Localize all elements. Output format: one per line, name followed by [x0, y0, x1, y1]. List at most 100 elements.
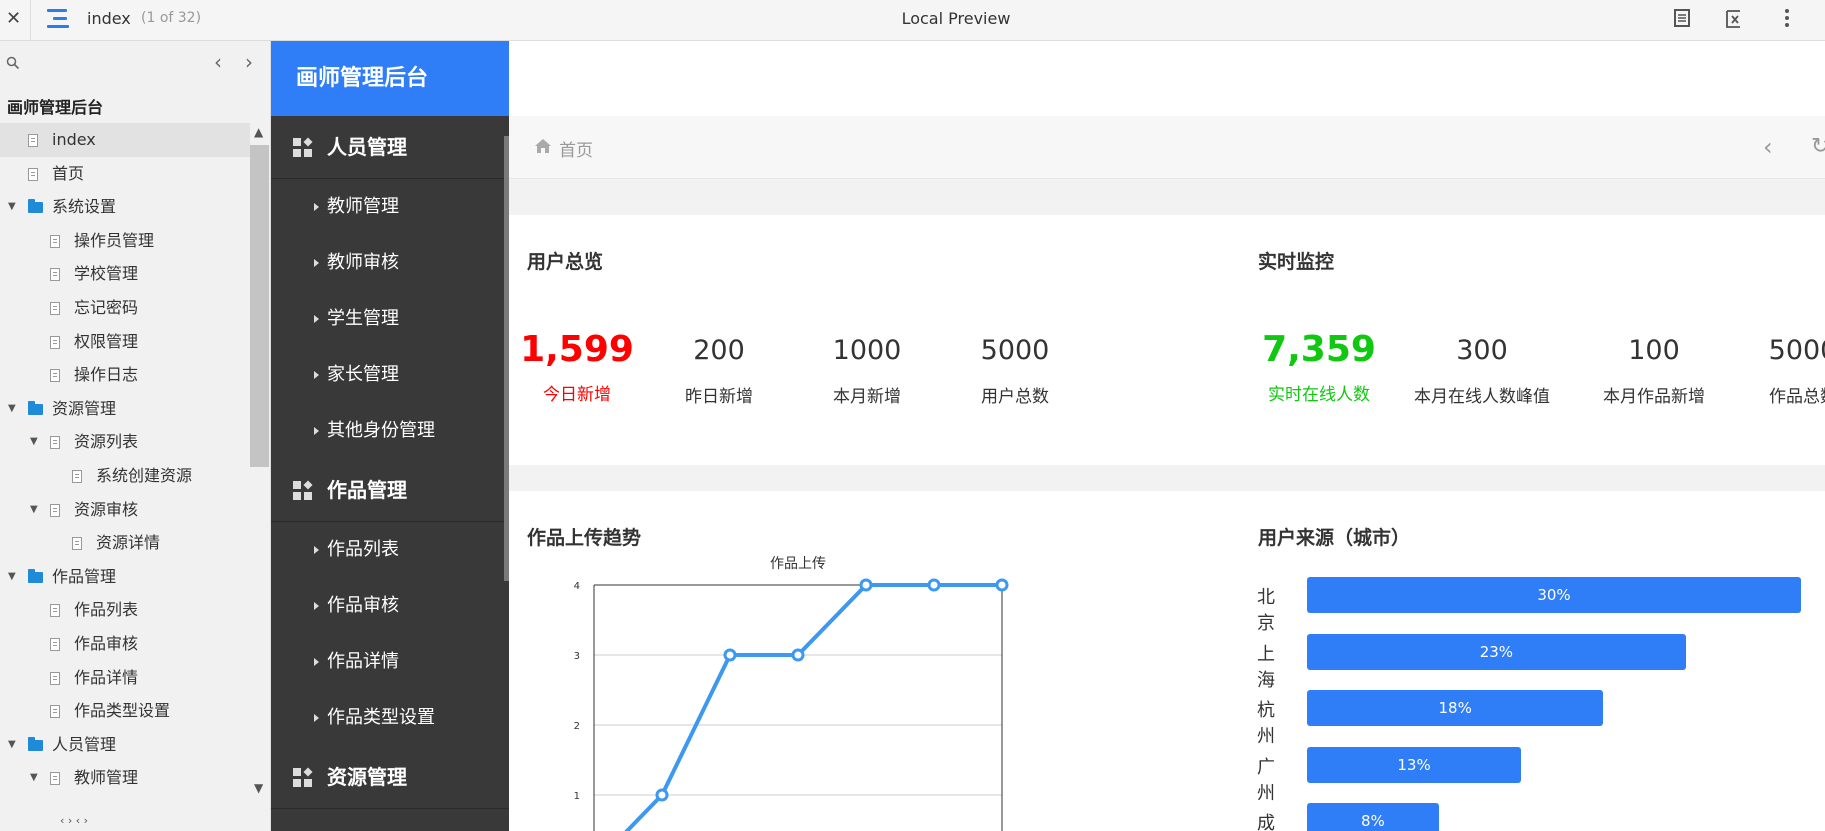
- menu-group[interactable]: 人员管理: [271, 116, 509, 179]
- chevron-right-icon[interactable]: ›: [245, 50, 253, 74]
- menu-item[interactable]: 其他身份管理: [271, 403, 509, 459]
- stat-yesterday-new: 200 昨日新增: [685, 335, 753, 407]
- outline-item[interactable]: index: [0, 123, 250, 157]
- outline-footer-nav[interactable]: ‹ › ‹ ›: [60, 814, 88, 827]
- data-point: [723, 648, 737, 662]
- scroll-up-icon[interactable]: ▲: [254, 125, 263, 139]
- scroll-down-icon[interactable]: ▼: [254, 781, 263, 795]
- menu-group[interactable]: 资源管理: [271, 746, 509, 809]
- refresh-icon[interactable]: ↻: [1811, 134, 1825, 159]
- expand-caret-icon[interactable]: ▼: [8, 560, 16, 594]
- page-icon: [72, 537, 82, 551]
- outline-item[interactable]: 作品详情: [0, 661, 250, 695]
- bar: 8%: [1307, 803, 1439, 831]
- outline-item-label: 作品审核: [74, 633, 139, 653]
- stat-today-new: 1,599 今日新增: [520, 329, 634, 405]
- outline-item[interactable]: 学校管理: [0, 257, 250, 291]
- folder-icon: [28, 736, 43, 751]
- y-tick-label: 2: [574, 721, 580, 732]
- menu-item[interactable]: 家长管理: [271, 347, 509, 403]
- outline-item[interactable]: 权限管理: [0, 325, 250, 359]
- page-icon: [50, 503, 60, 517]
- expand-caret-icon[interactable]: ▼: [30, 425, 38, 459]
- page-icon: [50, 604, 60, 618]
- page-icon: [50, 301, 60, 315]
- outline-item[interactable]: 作品列表: [0, 593, 250, 627]
- expand-caret-icon[interactable]: ▼: [30, 761, 38, 795]
- data-point: [995, 578, 1009, 592]
- more-options-icon[interactable]: [1775, 8, 1799, 32]
- outline-item[interactable]: 首页: [0, 157, 250, 191]
- apps-icon: [293, 137, 313, 158]
- outline-item[interactable]: 系统创建资源: [0, 459, 250, 493]
- outline-item[interactable]: 操作员管理: [0, 224, 250, 258]
- data-point: [655, 788, 669, 802]
- outline-item[interactable]: ▼ 人员管理: [0, 728, 250, 762]
- stat-month-peak: 300 本月在线人数峰值: [1414, 335, 1550, 407]
- page-icon: [28, 134, 38, 147]
- menu-item[interactable]: 作品详情: [271, 634, 509, 690]
- bar: 23%: [1307, 633, 1686, 670]
- expand-caret-icon[interactable]: ▼: [8, 190, 16, 224]
- notes-icon[interactable]: [1670, 8, 1694, 32]
- bar: 18%: [1307, 690, 1604, 726]
- menu-item[interactable]: 作品类型设置: [271, 690, 509, 746]
- expand-caret-icon[interactable]: ▼: [8, 728, 16, 762]
- folder-icon: [28, 400, 43, 415]
- apps-icon: [293, 767, 313, 788]
- menu-group-label: 人员管理: [327, 135, 407, 159]
- outline-item[interactable]: 作品审核: [0, 627, 250, 661]
- outline-item[interactable]: 操作日志: [0, 358, 250, 392]
- series-line: [624, 583, 1002, 831]
- home-icon[interactable]: [534, 138, 552, 154]
- outline-item[interactable]: ▼ 资源审核: [0, 493, 250, 527]
- outline-item-label: 系统设置: [52, 197, 117, 217]
- title-bar: ✕ index (1 of 32) Local Preview: [0, 0, 1825, 41]
- chevron-left-icon[interactable]: ‹: [1763, 133, 1773, 161]
- page-icon: [50, 637, 60, 651]
- page-icon: [50, 234, 60, 248]
- pages-outline-panel: ‹ › 画师管理后台 index 首页 ▼ 系统设置操作员管理学校管理忘记密码 权限管理…: [0, 41, 271, 831]
- outline-item[interactable]: ▼ 资源列表: [0, 425, 250, 459]
- search-icon[interactable]: [6, 55, 22, 71]
- bar-category-label: 广州: [1257, 756, 1275, 804]
- outline-item-label: 资源审核: [74, 499, 139, 519]
- menu-item[interactable]: 作品列表: [271, 522, 509, 578]
- outline-item-label: 系统创建资源: [96, 465, 193, 485]
- outline-item-label: 教师管理: [74, 768, 139, 788]
- variables-icon[interactable]: [1722, 8, 1746, 32]
- menu-item[interactable]: 教师管理: [271, 179, 509, 235]
- outline-item-label: 学校管理: [74, 264, 139, 284]
- outline-scrollbar-thumb[interactable]: [250, 145, 269, 467]
- bar-category-label: 成都: [1257, 813, 1275, 831]
- menu-group-label: 作品管理: [327, 478, 407, 502]
- outline-item-label: 首页: [52, 163, 85, 183]
- data-point: [791, 648, 805, 662]
- stat-online-now: 7,359 实时在线人数: [1262, 329, 1376, 405]
- outline-item[interactable]: ▼ 作品管理: [0, 560, 250, 594]
- page-icon: [50, 436, 60, 450]
- folder-icon: [28, 568, 43, 583]
- outline-item[interactable]: ▼ 系统设置: [0, 190, 250, 224]
- outline-item-label: 操作日志: [74, 365, 139, 385]
- app-brand: 画师管理后台: [271, 41, 509, 116]
- outline-item[interactable]: 忘记密码: [0, 291, 250, 325]
- menu-group[interactable]: 作品管理: [271, 459, 509, 522]
- outline-item-label: 资源详情: [96, 533, 161, 553]
- expand-caret-icon[interactable]: ▼: [8, 392, 16, 426]
- outline-item-label: 资源管理: [52, 398, 117, 418]
- breadcrumb-home[interactable]: 首页: [559, 136, 593, 161]
- menu-item[interactable]: 学生管理: [271, 291, 509, 347]
- menu-item[interactable]: 教师审核: [271, 235, 509, 291]
- outline-item[interactable]: 资源详情: [0, 526, 250, 560]
- outline-item[interactable]: ▼ 资源管理: [0, 392, 250, 426]
- chevron-left-icon[interactable]: ‹: [214, 50, 222, 74]
- outline-root-title: 画师管理后台: [7, 98, 104, 117]
- page-icon: [50, 369, 60, 383]
- outline-item[interactable]: ▼ 教师管理: [0, 761, 250, 795]
- expand-caret-icon[interactable]: ▼: [30, 493, 38, 527]
- outline-item-label: 作品类型设置: [74, 701, 171, 721]
- outline-item[interactable]: 作品类型设置: [0, 694, 250, 728]
- page-icon: [50, 772, 60, 786]
- menu-item[interactable]: 作品审核: [271, 578, 509, 634]
